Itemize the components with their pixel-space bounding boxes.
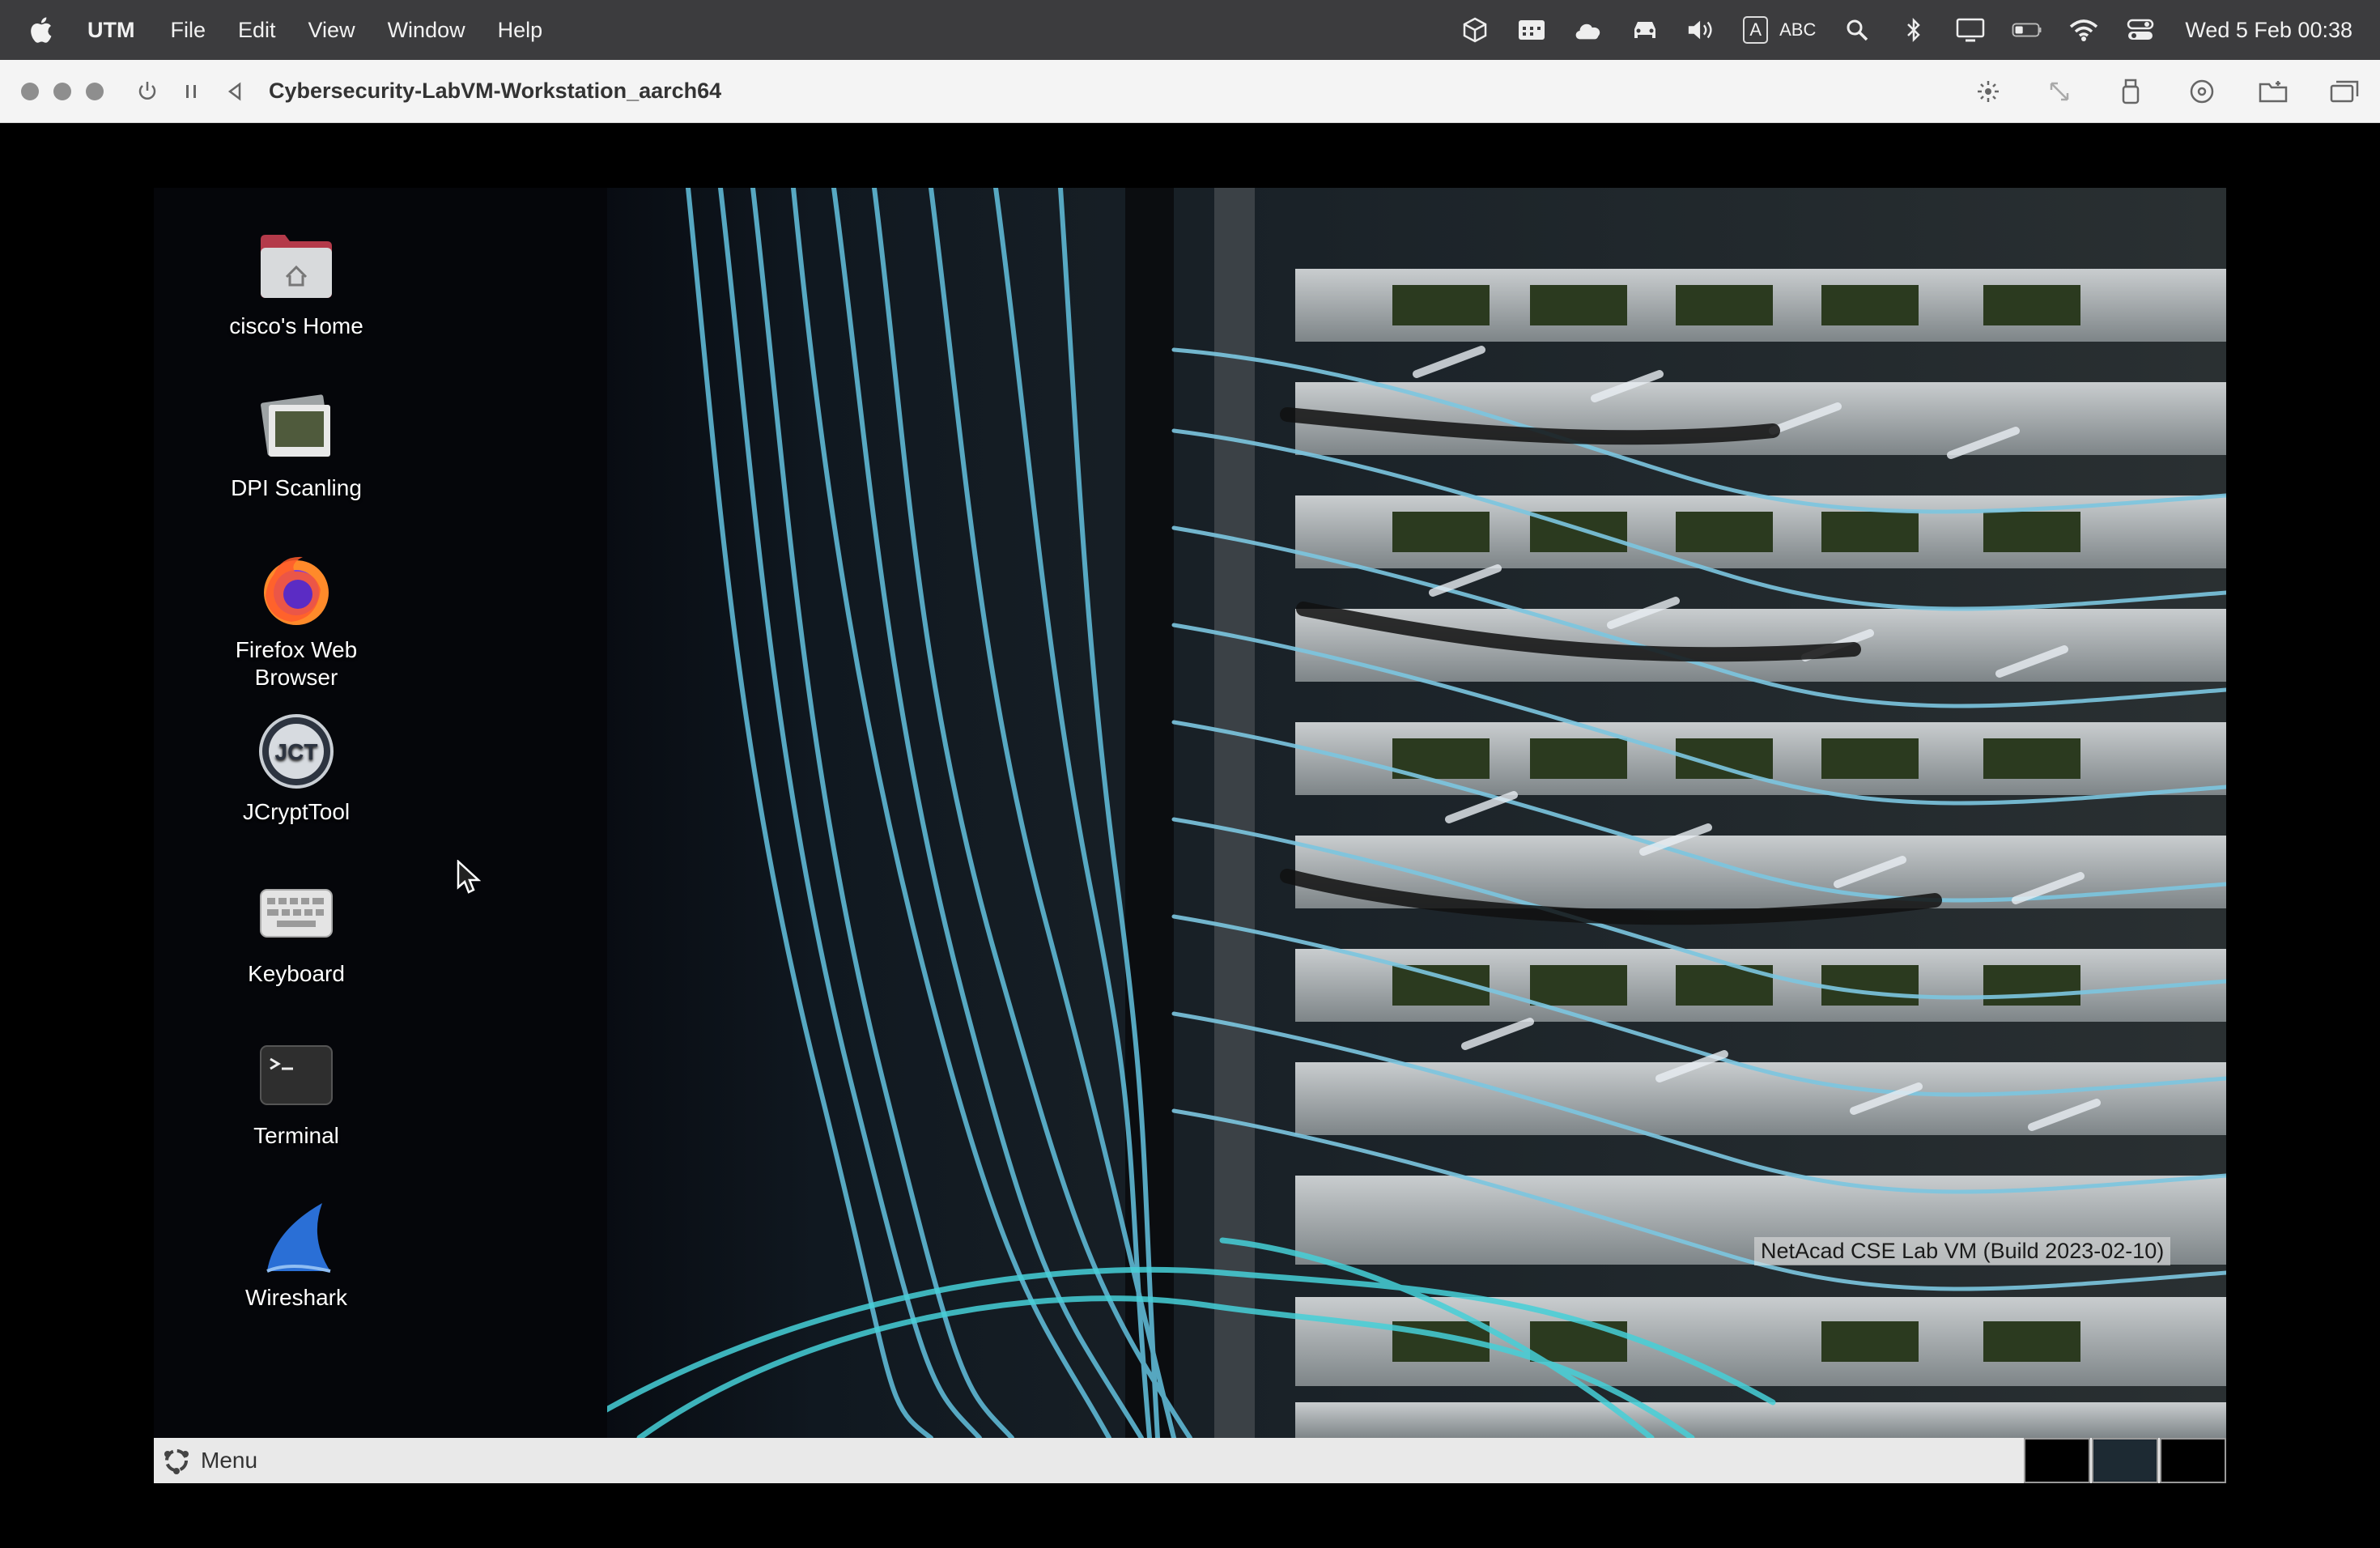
vm-window-toolbar: Cybersecurity-LabVM-Workstation_aarch64 [0, 60, 2380, 123]
desktop-icon-label: DPI Scanling [231, 475, 362, 500]
menu-view[interactable]: View [308, 18, 355, 43]
car-status-icon[interactable] [1630, 15, 1660, 45]
volume-icon[interactable] [1686, 15, 1717, 45]
guest-desktop[interactable]: cisco's Home DPI Scanling Firefox Web Br… [154, 188, 2226, 1438]
desktop-icon-keyboard[interactable]: Keyboard [215, 873, 377, 988]
desktop-icon-label: Wireshark [244, 1285, 347, 1310]
input-source-icon[interactable]: A [1743, 16, 1769, 44]
battery-icon[interactable] [2012, 15, 2042, 45]
windows-icon[interactable] [2330, 77, 2359, 106]
calendar-status-icon[interactable] [1516, 15, 1547, 45]
macos-menu-bar: UTM File Edit View Window Help A ABC Wed… [0, 0, 2380, 60]
desktop-icon-label: cisco's Home [229, 313, 363, 338]
desktop-icon-label: Firefox Web Browser [235, 637, 358, 690]
desktop-icon-label: JCryptTool [242, 799, 351, 824]
wireshark-icon [256, 1197, 337, 1278]
workspace-1[interactable] [2024, 1438, 2090, 1483]
desktop-icon-label: Keyboard [248, 961, 345, 986]
menu-help[interactable]: Help [498, 18, 543, 43]
window-close-button[interactable] [21, 82, 39, 100]
build-watermark: NetAcad CSE Lab VM (Build 2023-02-10) [1754, 1237, 2171, 1265]
jcrypttool-icon: JCT [256, 711, 337, 792]
power-icon[interactable] [133, 77, 162, 106]
window-zoom-button[interactable] [86, 82, 104, 100]
vm-window-title: Cybersecurity-LabVM-Workstation_aarch64 [269, 79, 722, 103]
desktop-icon-terminal[interactable]: Terminal [215, 1035, 377, 1150]
resize-icon[interactable] [2045, 77, 2074, 106]
usb-drive-icon[interactable] [2116, 77, 2145, 106]
desktop-icon-firefox[interactable]: Firefox Web Browser [215, 549, 377, 691]
display-settings-icon [256, 387, 337, 468]
start-menu-button[interactable]: Menu [162, 1446, 257, 1475]
cube-status-icon[interactable] [1460, 15, 1490, 45]
svg-text:JCT: JCT [275, 739, 318, 764]
display-icon[interactable] [1955, 15, 1986, 45]
input-source-label[interactable]: ABC [1779, 19, 1816, 40]
desktop-icon-home[interactable]: cisco's Home [215, 225, 377, 340]
terminal-icon [256, 1035, 337, 1116]
disc-drive-icon[interactable] [2187, 77, 2216, 106]
brightness-icon[interactable] [1974, 77, 2003, 106]
menu-logo-icon [164, 1449, 189, 1474]
desktop-icon-wireshark[interactable]: Wireshark [215, 1197, 377, 1312]
mouse-cursor-icon [457, 860, 481, 894]
start-menu-label: Menu [201, 1448, 258, 1473]
menu-file[interactable]: File [170, 18, 206, 43]
desktop-icon-jcrypttool[interactable]: JCT JCryptTool [215, 711, 377, 826]
workspace-switcher [2022, 1438, 2226, 1483]
wifi-icon[interactable] [2068, 15, 2099, 45]
menu-bar-clock[interactable]: Wed 5 Feb 00:38 [2185, 18, 2352, 43]
bluetooth-icon[interactable] [1898, 15, 1929, 45]
window-minimize-button[interactable] [53, 82, 71, 100]
desktop-icon-label: Terminal [253, 1123, 339, 1148]
pause-icon[interactable] [176, 77, 206, 106]
guest-taskbar: Menu [154, 1438, 2226, 1483]
home-folder-icon [256, 225, 337, 306]
menu-window[interactable]: Window [388, 18, 465, 43]
shared-folder-icon[interactable] [2259, 77, 2288, 106]
back-icon[interactable] [220, 77, 249, 106]
menu-edit[interactable]: Edit [238, 18, 276, 43]
spotlight-search-icon[interactable] [1842, 15, 1872, 45]
control-center-icon[interactable] [2125, 15, 2156, 45]
desktop-icon-dpi-scaling[interactable]: DPI Scanling [215, 387, 377, 502]
keyboard-icon [256, 873, 337, 954]
apple-menu-icon[interactable] [28, 15, 53, 45]
workspace-2[interactable] [2092, 1438, 2158, 1483]
app-menu-utm[interactable]: UTM [87, 18, 134, 43]
cloud-status-icon[interactable] [1573, 15, 1604, 45]
firefox-icon [256, 549, 337, 630]
workspace-3[interactable] [2160, 1438, 2226, 1483]
